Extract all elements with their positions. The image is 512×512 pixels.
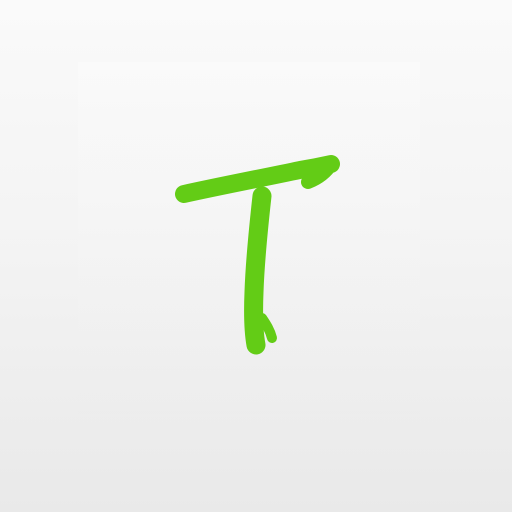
app-icon bbox=[0, 0, 512, 512]
handwritten-t-icon bbox=[175, 155, 340, 355]
